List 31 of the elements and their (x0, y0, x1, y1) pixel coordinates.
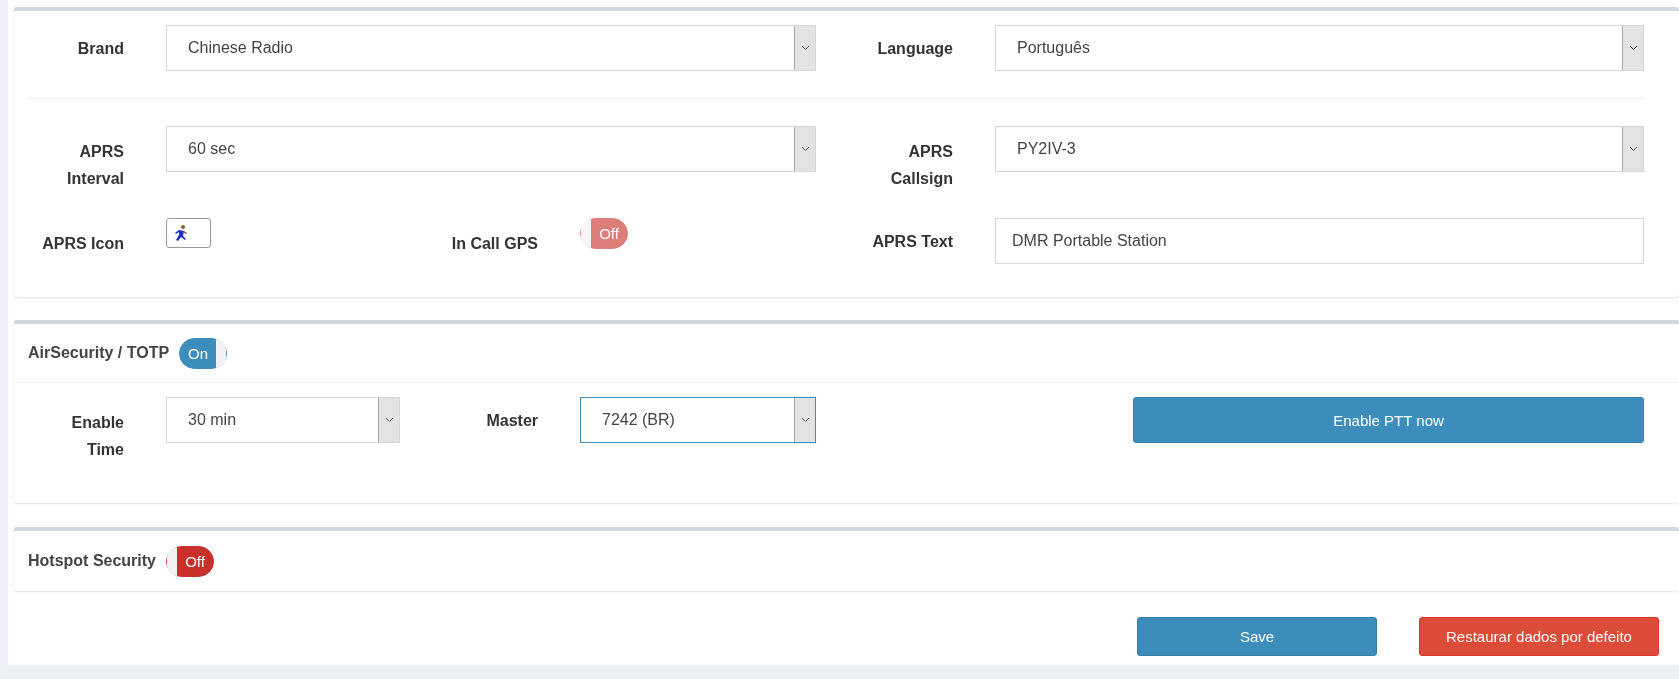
chevron-down-icon (800, 146, 810, 152)
chevron-down-icon (1628, 146, 1638, 152)
field-label: APRS Interval (66, 142, 124, 189)
chevron-down-icon (1628, 45, 1638, 51)
section-title: Hotspot Security (28, 552, 156, 570)
symbol-picker[interactable] (166, 218, 211, 248)
dropdown-select[interactable]: 30 min (166, 397, 400, 443)
dropdown-select[interactable]: Português (995, 25, 1644, 71)
toggle-switch[interactable]: On (179, 337, 228, 369)
field-label: Enable Time (70, 413, 124, 460)
dropdown-select[interactable]: 7242 (BR) (580, 397, 816, 443)
runner-icon (173, 224, 189, 242)
chevron-down-icon (800, 45, 810, 51)
save-button[interactable]: Save (1137, 617, 1377, 656)
dropdown-select[interactable]: Chinese Radio (166, 25, 816, 71)
field-label: In Call GPS (451, 234, 538, 254)
field-label: APRS Icon (42, 234, 124, 254)
field-label: Master (486, 410, 538, 431)
text-input[interactable]: DMR Portable Station (995, 218, 1644, 264)
section-title: AirSecurity / TOTP (28, 344, 170, 362)
chevron-down-icon (384, 417, 394, 423)
reset-button[interactable]: Restaurar dados por defeito (1419, 617, 1659, 656)
field-label: APRS Callsign (889, 142, 953, 189)
chevron-down-icon (800, 417, 810, 423)
enable-ptt-button[interactable]: Enable PTT now (1133, 397, 1644, 443)
field-label: Brand (77, 38, 124, 59)
field-label: Language (877, 38, 953, 59)
field-label: APRS Text (872, 231, 953, 252)
dropdown-select[interactable]: PY2IV-3 (995, 126, 1644, 172)
toggle-switch[interactable]: Off (166, 545, 214, 577)
dropdown-select[interactable]: 60 sec (166, 126, 816, 172)
